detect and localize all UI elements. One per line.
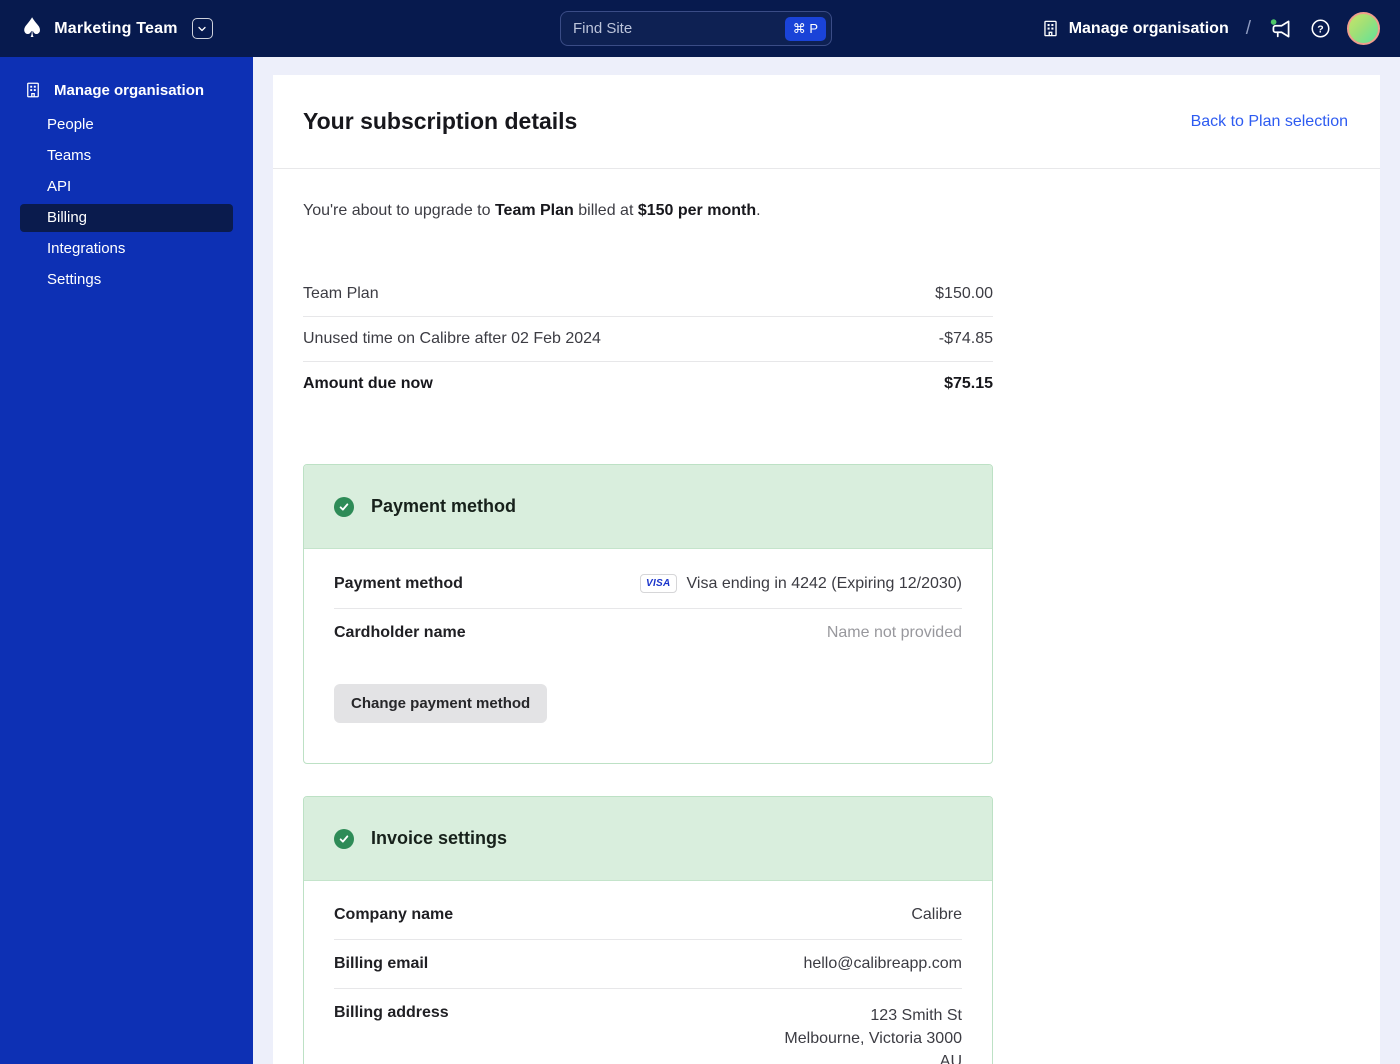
team-switcher[interactable]: ♠ Marketing Team (20, 15, 213, 42)
announcements-button[interactable] (1268, 16, 1294, 42)
sidebar-item-billing[interactable]: Billing (20, 204, 233, 232)
check-icon (334, 828, 354, 849)
manage-organisation-link[interactable]: Manage organisation (1041, 19, 1229, 38)
search-shortcut-badge: ⌘ P (784, 16, 826, 41)
row-label: Company name (334, 906, 454, 923)
page-header: Your subscription details Back to Plan s… (273, 75, 1380, 169)
megaphone-icon (1270, 18, 1290, 37)
summary-value: $150.00 (935, 285, 993, 302)
change-payment-method-button[interactable]: Change payment method (334, 684, 548, 723)
team-name: Marketing Team (54, 19, 178, 37)
payment-method-card-header: Payment method (304, 465, 992, 549)
manage-organisation-label: Manage organisation (1068, 19, 1229, 37)
sidebar-header-manage-organisation[interactable]: Manage organisation (0, 57, 253, 111)
sidebar-item-api[interactable]: API (20, 173, 233, 201)
help-icon: ? (1311, 19, 1330, 38)
search-input[interactable] (573, 20, 785, 37)
invoice-settings-card-header: Invoice settings (304, 797, 992, 881)
row-value: 123 Smith St Melbourne, Victoria 3000 AU (784, 1004, 962, 1064)
summary-row-plan: Team Plan $150.00 (303, 272, 993, 317)
payment-method-card-body: Payment method VISA Visa ending in 4242 … (304, 549, 992, 763)
help-button[interactable]: ? (1309, 17, 1332, 40)
invoice-settings-card-title: Invoice settings (371, 828, 508, 848)
building-icon (1043, 20, 1057, 37)
svg-text:?: ? (1317, 24, 1323, 36)
upgrade-intro-text: You're about to upgrade to Team Plan bil… (303, 202, 1350, 220)
address-line: Melbourne, Victoria 3000 (784, 1030, 962, 1047)
topbar: ♠ Marketing Team ⌘ P Manage organisation… (0, 0, 1400, 57)
sidebar-nav: People Teams API Billing Integrations Se… (0, 111, 253, 294)
intro-part1: You're about to upgrade to (303, 202, 495, 219)
check-icon (334, 496, 354, 517)
card-details: Visa ending in 4242 (Expiring 12/2030) (686, 574, 962, 592)
sidebar-item-integrations[interactable]: Integrations (20, 235, 233, 263)
summary-label: Unused time on Calibre after 02 Feb 2024 (303, 330, 601, 347)
sidebar-item-teams[interactable]: Teams (20, 142, 233, 170)
intro-part3: . (756, 202, 761, 219)
row-value: Name not provided (826, 624, 962, 641)
summary-value: $75.15 (944, 375, 993, 392)
summary-row-unused-time: Unused time on Calibre after 02 Feb 2024… (303, 317, 993, 362)
payment-method-row: Payment method VISA Visa ending in 4242 … (334, 559, 962, 609)
sidebar: Manage organisation People Teams API Bil… (0, 57, 253, 1064)
sidebar-header-label: Manage organisation (54, 81, 205, 99)
invoice-settings-card: Invoice settings Company name Calibre Bi… (303, 796, 993, 1064)
billing-address-row: Billing address 123 Smith St Melbourne, … (334, 989, 962, 1064)
row-value: VISA Visa ending in 4242 (Expiring 12/20… (640, 574, 962, 593)
address-line: AU (939, 1053, 962, 1064)
charge-summary-table: Team Plan $150.00 Unused time on Calibre… (303, 272, 993, 406)
intro-part2: billed at (573, 202, 638, 219)
main-panel: Your subscription details Back to Plan s… (273, 75, 1380, 1064)
intro-price: $150 per month (637, 202, 757, 219)
summary-value: -$74.85 (938, 330, 993, 347)
page-title: Your subscription details (303, 108, 578, 134)
address-line: 123 Smith St (870, 1007, 962, 1024)
site-search: ⌘ P (560, 11, 832, 46)
billing-email-row: Billing email hello@calibreapp.com (334, 940, 962, 989)
row-label: Cardholder name (334, 624, 466, 641)
summary-label: Team Plan (303, 285, 379, 302)
separator: / (1245, 17, 1251, 39)
summary-label: Amount due now (303, 375, 433, 392)
visa-badge: VISA (640, 574, 677, 593)
spade-logo-icon: ♠ (20, 13, 45, 44)
invoice-settings-card-body: Company name Calibre Billing email hello… (304, 881, 992, 1064)
back-to-plan-selection-link[interactable]: Back to Plan selection (1191, 113, 1348, 131)
payment-method-card: Payment method Payment method VISA Visa … (303, 464, 993, 764)
row-label: Billing email (334, 955, 429, 972)
row-label: Billing address (334, 1004, 449, 1021)
sidebar-item-settings[interactable]: Settings (20, 266, 233, 294)
building-icon (27, 82, 39, 98)
sidebar-item-people[interactable]: People (20, 111, 233, 139)
cardholder-name-row: Cardholder name Name not provided (334, 609, 962, 657)
intro-plan-name: Team Plan (494, 202, 574, 219)
row-value: hello@calibreapp.com (803, 955, 962, 972)
content: You're about to upgrade to Team Plan bil… (273, 202, 1380, 1064)
payment-method-card-title: Payment method (371, 496, 517, 516)
row-label: Payment method (334, 574, 463, 592)
topbar-right: Manage organisation / ? (1041, 12, 1380, 45)
summary-row-amount-due: Amount due now $75.15 (303, 362, 993, 406)
chevron-down-icon (191, 18, 213, 39)
avatar[interactable] (1347, 12, 1380, 45)
company-name-row: Company name Calibre (334, 891, 962, 940)
row-value: Calibre (911, 906, 962, 923)
